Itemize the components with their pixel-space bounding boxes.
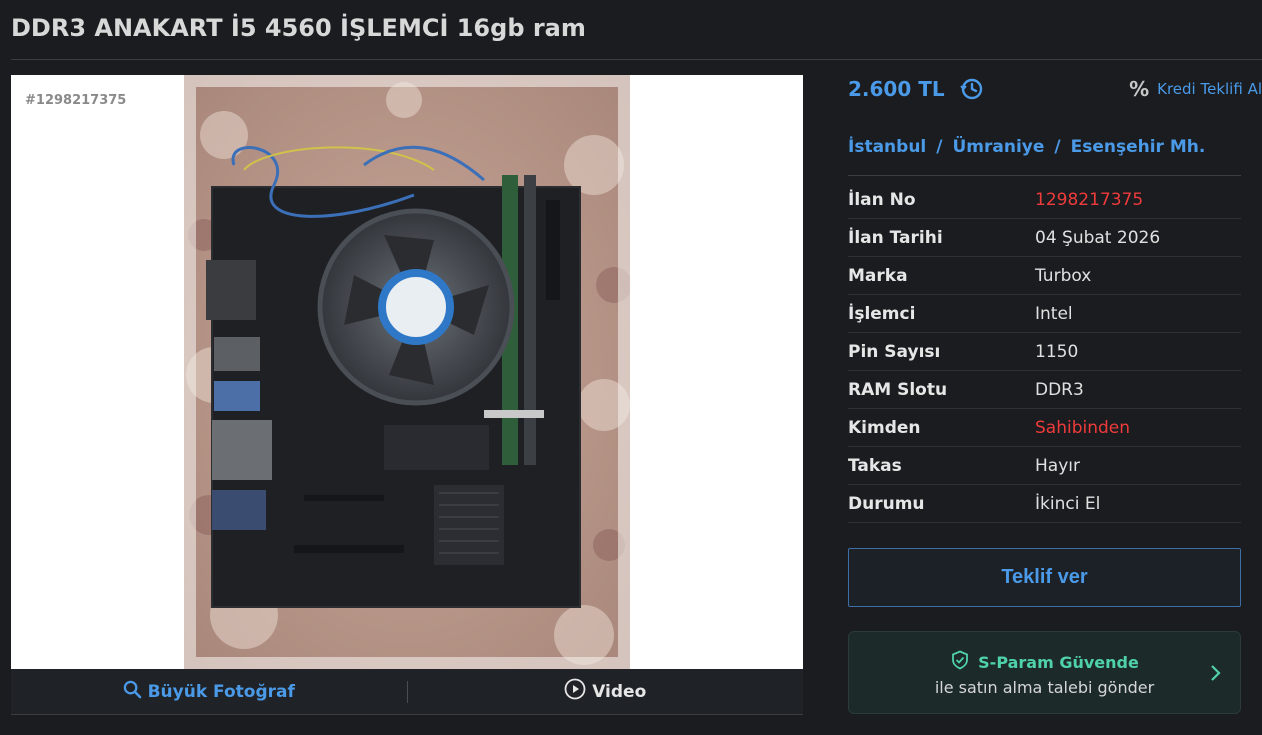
detail-label: Marka [848,265,908,286]
secure-payment-subtitle: ile satın alma talebi gönder [934,678,1155,697]
detail-row-ram-slotu: RAM Slotu DDR3 [848,371,1241,409]
listing-title: DDR3 ANAKART İ5 4560 İŞLEMCİ 16gb ram [11,14,586,42]
detail-value: 04 Şubat 2026 [1035,227,1161,248]
detail-row-takas: Takas Hayır [848,447,1241,485]
detail-row-marka: Marka Turbox [848,257,1241,295]
price: 2.600 TL [848,77,945,101]
detail-label: Durumu [848,493,925,514]
detail-value: DDR3 [1035,379,1084,400]
detail-label: RAM Slotu [848,379,948,400]
big-photo-label: Büyük Fotoğraf [147,681,295,702]
detail-value: 1298217375 [1035,189,1144,210]
detail-value: İkinci El [1035,493,1101,514]
location-separator: / [1054,137,1061,157]
video-button[interactable]: Video [408,669,804,714]
detail-label: İlan Tarihi [848,227,943,248]
detail-label: İlan No [848,189,916,210]
credit-offer-label: Kredi Teklifi Al [1157,80,1262,98]
credit-offer-link[interactable]: % Kredi Teklifi Al [1129,77,1262,101]
secure-payment-title-row: S-Param Güvende [849,650,1240,674]
location-neighborhood[interactable]: Esenşehir Mh. [1071,137,1206,157]
chevron-right-icon [1210,663,1222,687]
location-separator: / [936,137,943,157]
location-city[interactable]: İstanbul [848,137,926,157]
search-icon [123,680,142,704]
detail-value: 1150 [1035,341,1079,362]
detail-row-pin-sayisi: Pin Sayısı 1150 [848,333,1241,371]
detail-value: Intel [1035,303,1073,324]
detail-value: Sahibinden [1035,417,1131,438]
title-divider [11,59,1262,60]
detail-label: Kimden [848,417,921,438]
make-offer-button[interactable]: Teklif ver [848,548,1241,607]
detail-row-durumu: Durumu İkinci El [848,485,1241,523]
secure-payment-title: S-Param Güvende [978,652,1139,672]
detail-value: Turbox [1035,265,1092,286]
detail-label: Pin Sayısı [848,341,941,362]
listing-details-table: İlan No 1298217375 İlan Tarihi 04 Şubat … [848,181,1241,523]
main-photo[interactable]: #1298217375 [11,75,803,669]
location-district[interactable]: Ümraniye [952,137,1044,157]
secure-payment-card[interactable]: S-Param Güvende ile satın alma talebi gö… [848,631,1241,714]
play-icon [564,678,586,705]
percent-icon: % [1129,77,1150,101]
detail-label: İşlemci [848,303,916,324]
price-row: 2.600 TL % Kredi Teklifi Al [848,74,1262,104]
motherboard-photo [184,75,630,669]
detail-value: Hayır [1035,455,1080,476]
shield-check-icon [950,650,970,674]
photo-id: #1298217375 [25,93,127,108]
photo-toolbar: Büyük Fotoğraf Video [11,669,803,715]
detail-row-islemci: İşlemci Intel [848,295,1241,333]
detail-row-kimden: Kimden Sahibinden [848,409,1241,447]
detail-row-ilan-no: İlan No 1298217375 [848,181,1241,219]
location-divider [848,175,1241,176]
big-photo-button[interactable]: Büyük Fotoğraf [11,669,407,714]
detail-label: Takas [848,455,902,476]
video-label: Video [592,681,647,702]
detail-row-ilan-tarihi: İlan Tarihi 04 Şubat 2026 [848,219,1241,257]
history-clock-icon[interactable] [959,76,985,102]
breadcrumb-location: İstanbul / Ümraniye / Esenşehir Mh. [848,137,1205,157]
